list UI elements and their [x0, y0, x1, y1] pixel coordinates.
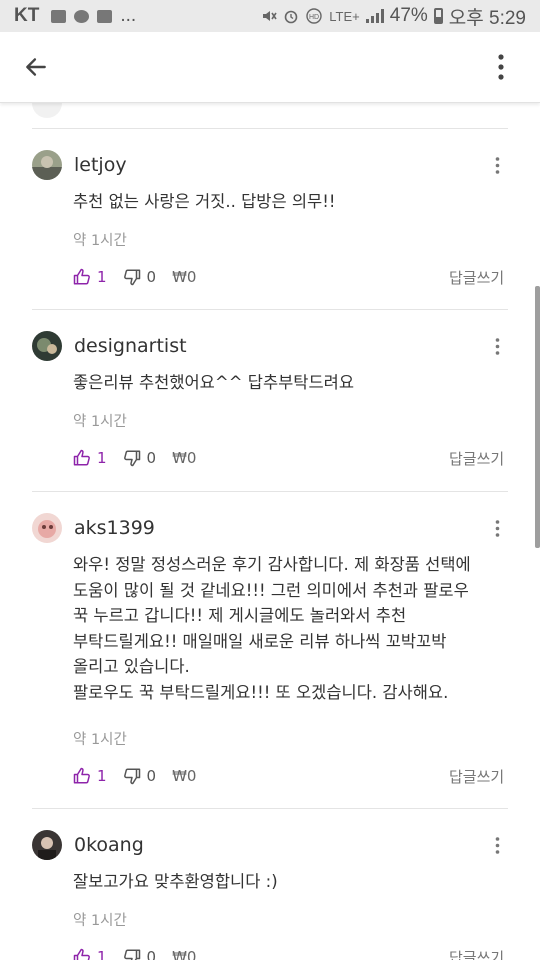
more-vertical-icon: [495, 836, 499, 854]
talk-icon: [74, 9, 90, 23]
comment-text: 잘보고가요 맞추환영합니다 :): [73, 872, 278, 891]
mute-icon: [263, 11, 277, 21]
avatar[interactable]: [32, 513, 62, 543]
divider: [32, 808, 508, 809]
like-button[interactable]: 1: [73, 268, 107, 286]
avatar[interactable]: [32, 830, 62, 860]
like-count: 1: [97, 767, 107, 785]
dislike-count: 0: [146, 948, 157, 960]
svg-text:HD: HD: [309, 14, 319, 21]
more-vertical-icon: [495, 156, 499, 174]
scrollbar[interactable]: [535, 286, 540, 548]
mail-icon: [97, 9, 113, 23]
more-notifications-indicator: ...: [120, 5, 137, 26]
username[interactable]: designartist: [74, 335, 187, 357]
overflow-menu-button[interactable]: [476, 37, 526, 97]
signal-icon: [365, 9, 384, 23]
more-vertical-icon: [498, 54, 504, 80]
thumbs-up-icon: [73, 268, 90, 285]
like-button[interactable]: 1: [73, 767, 107, 785]
like-count: 1: [97, 948, 107, 960]
comment-time: 약 1시간: [73, 233, 127, 249]
battery-icon: [433, 8, 443, 24]
status-bar: KT ... HD LTE+ 47% 오후 5:29: [0, 0, 540, 32]
comment-text: 추천 없는 사랑은 거짓.. 답방은 의무!!: [73, 192, 336, 211]
comment-time: 약 1시간: [73, 732, 127, 748]
comment-more-button[interactable]: [486, 149, 508, 181]
dislike-count: 0: [146, 767, 157, 785]
dislike-button[interactable]: 0: [123, 268, 157, 286]
username[interactable]: letjoy: [74, 154, 127, 176]
like-count: 1: [97, 268, 107, 286]
comment-more-button[interactable]: [486, 330, 508, 362]
divider: [32, 491, 508, 492]
divider: [32, 309, 508, 310]
previous-comment-partial: [32, 102, 232, 118]
comment-text: 좋은리뷰 추천했어요^^ 답추부탁드려요: [73, 373, 355, 392]
comment-list[interactable]: letjoy 추천 없는 사랑은 거짓.. 답방은 의무!! 약 1시간 1 0…: [0, 102, 540, 960]
dislike-button[interactable]: 0: [123, 449, 157, 467]
reply-button[interactable]: 답글쓰기: [449, 267, 504, 288]
carrier-label: KT: [14, 5, 40, 26]
thumbs-up-icon: [73, 449, 90, 466]
like-button[interactable]: 1: [73, 948, 107, 960]
hd-icon: HD: [306, 8, 322, 24]
username[interactable]: aks1399: [74, 517, 155, 539]
thumbs-up-icon: [73, 767, 90, 784]
gallery-icon: [51, 9, 67, 23]
thumbs-down-icon: [123, 949, 140, 960]
comment-more-button[interactable]: [486, 512, 508, 544]
alarm-icon: [284, 10, 298, 24]
comment-time: 약 1시간: [73, 414, 127, 430]
battery-percent: 47%: [389, 5, 428, 26]
reply-button[interactable]: 답글쓰기: [449, 766, 504, 787]
divider: [32, 128, 508, 129]
dislike-count: 0: [146, 449, 157, 467]
reply-button[interactable]: 답글쓰기: [449, 448, 504, 469]
comment-text: 와우! 정말 정성스러운 후기 감사합니다. 제 화장품 선택에 도움이 많이 …: [73, 555, 471, 702]
dislike-button[interactable]: 0: [123, 767, 157, 785]
like-button[interactable]: 1: [73, 449, 107, 467]
more-vertical-icon: [495, 337, 499, 355]
reward-amount: ₩0: [172, 767, 197, 785]
back-button[interactable]: [6, 37, 66, 97]
comment-time: 약 1시간: [73, 913, 127, 929]
reward-amount: ₩0: [172, 948, 197, 960]
avatar[interactable]: [32, 150, 62, 180]
like-count: 1: [97, 449, 107, 467]
reply-button[interactable]: 답글쓰기: [449, 947, 504, 960]
reward-amount: ₩0: [172, 268, 197, 286]
thumbs-down-icon: [123, 269, 140, 286]
thumbs-down-icon: [123, 450, 140, 467]
app-bar: [0, 32, 540, 103]
comment-more-button[interactable]: [486, 829, 508, 861]
reward-amount: ₩0: [172, 449, 197, 467]
username[interactable]: 0koang: [74, 834, 144, 856]
dislike-button[interactable]: 0: [123, 948, 157, 960]
clock: 오후 5:29: [448, 7, 526, 29]
more-vertical-icon: [495, 519, 499, 537]
thumbs-down-icon: [123, 768, 140, 785]
network-type: LTE+: [329, 8, 360, 24]
thumbs-up-icon: [73, 948, 90, 960]
avatar[interactable]: [32, 331, 62, 361]
arrow-left-icon: [26, 58, 46, 76]
dislike-count: 0: [146, 268, 157, 286]
